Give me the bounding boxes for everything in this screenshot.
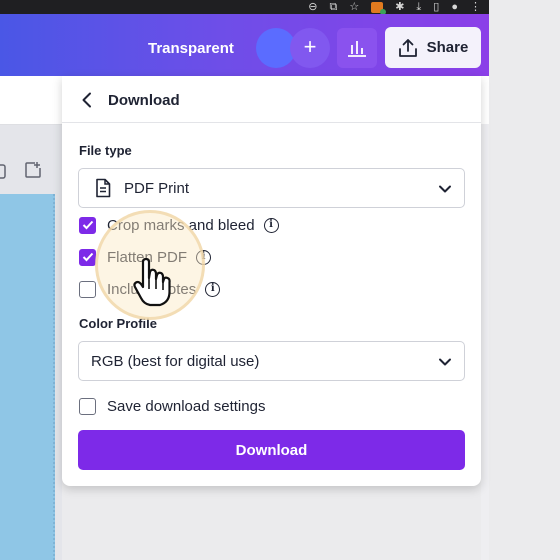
checkmark-icon (82, 220, 93, 230)
right-gutter-top (481, 76, 489, 124)
info-icon[interactable]: i (196, 249, 212, 265)
file-type-label: File type (79, 143, 132, 158)
duplicate-page-icon[interactable] (0, 162, 8, 180)
document-icon (96, 178, 111, 198)
file-type-select[interactable]: PDF Print (78, 168, 465, 208)
color-profile-select[interactable]: RGB (best for digital use) (78, 341, 465, 381)
share-label: Share (426, 39, 469, 56)
add-page-icon[interactable] (24, 161, 42, 179)
chevron-down-icon (439, 358, 451, 366)
checkbox-unchecked[interactable] (79, 397, 96, 415)
option-label: Crop marks and bleed (107, 216, 255, 234)
kebab-menu-icon[interactable]: ⋮ (470, 1, 481, 13)
share-page-icon[interactable]: ⧉ (329, 1, 337, 13)
option-crop-marks[interactable]: Crop marks and bleed i (79, 214, 279, 236)
zoom-icon[interactable]: ⊖ (308, 1, 317, 13)
puzzle-icon[interactable]: ✱ (395, 1, 404, 13)
option-label: Include notes (107, 280, 197, 298)
download-button[interactable]: Download (78, 430, 465, 470)
save-settings-option[interactable]: Save download settings (79, 395, 265, 417)
color-profile-value: RGB (best for digital use) (91, 353, 260, 370)
divider (0, 124, 62, 125)
browser-toolbar: ⊖ ⧉ ☆ ✱ ⤓ ▯ ● ⋮ (0, 0, 489, 15)
profile-icon[interactable]: ● (451, 1, 458, 13)
chevron-left-icon (82, 92, 91, 108)
download-panel-header: Download (62, 76, 481, 123)
panel-title: Download (108, 92, 180, 109)
save-settings-label: Save download settings (107, 397, 266, 415)
back-button[interactable] (76, 89, 98, 111)
option-include-notes[interactable]: Include notes i (79, 278, 221, 300)
bar-chart-icon (348, 41, 366, 57)
checkbox-checked[interactable] (79, 248, 96, 266)
add-collaborator-button[interactable]: + (290, 28, 330, 68)
info-icon[interactable]: i (263, 217, 279, 233)
extension-badge-icon[interactable] (371, 1, 387, 15)
plus-icon: + (303, 34, 317, 59)
info-icon[interactable]: i (205, 281, 221, 297)
share-button[interactable]: Share (385, 27, 481, 68)
checkbox-checked[interactable] (79, 216, 96, 234)
browser-icons: ⊖ ⧉ ☆ ✱ ⤓ ▯ ● ⋮ (308, 0, 481, 15)
option-label: Flatten PDF (107, 248, 188, 266)
color-profile-label: Color Profile (79, 316, 158, 331)
checkmark-icon (82, 252, 93, 262)
checkbox-unchecked[interactable] (79, 280, 96, 298)
design-page[interactable] (0, 194, 55, 560)
star-icon[interactable]: ☆ (349, 1, 359, 13)
insights-button[interactable] (337, 28, 377, 68)
editor-header: Transparent + Share (0, 14, 489, 76)
chevron-down-icon (439, 185, 451, 193)
right-gutter (481, 76, 489, 560)
sidebar-icon[interactable]: ▯ (433, 1, 439, 13)
download-panel: Download File type PDF Print Crop marks … (62, 76, 481, 486)
page-tools (0, 160, 62, 182)
upload-icon (398, 38, 417, 57)
option-flatten-pdf[interactable]: Flatten PDF i (79, 246, 212, 268)
transparent-label[interactable]: Transparent (148, 40, 234, 57)
download-icon[interactable]: ⤓ (416, 1, 421, 13)
file-type-value: PDF Print (124, 180, 190, 197)
